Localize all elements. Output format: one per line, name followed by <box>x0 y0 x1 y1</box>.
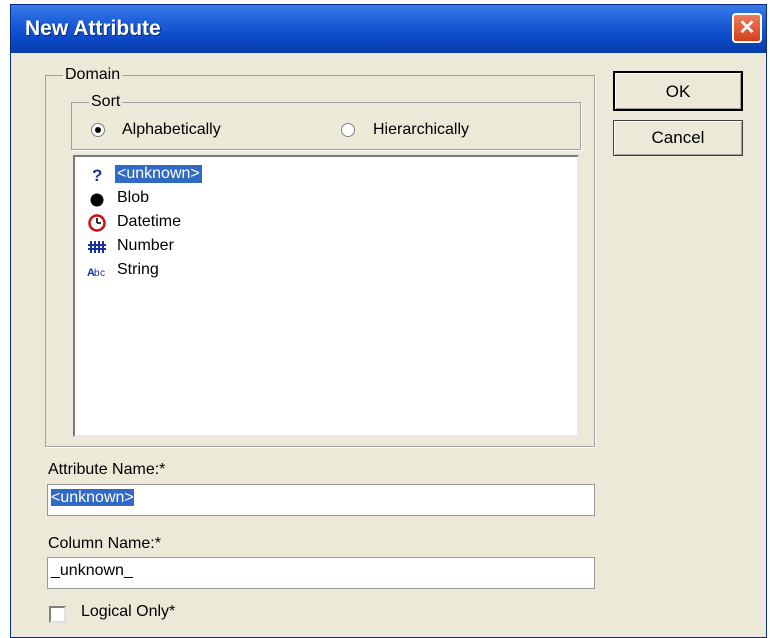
string-abc-icon: Abc <box>87 261 107 281</box>
question-mark-icon: ? <box>87 165 107 185</box>
alphabetically-label[interactable]: Alphabetically <box>122 121 221 139</box>
black-dot-icon <box>87 189 107 209</box>
domain-group-label: Domain <box>63 66 123 84</box>
column-name-input[interactable]: _unknown_ <box>47 557 595 589</box>
attribute-name-input[interactable]: <unknown> <box>47 484 595 516</box>
list-item-label: <unknown> <box>115 165 202 183</box>
list-item-label: Number <box>117 237 174 254</box>
cancel-button[interactable]: Cancel <box>613 120 743 156</box>
hierarchically-label[interactable]: Hierarchically <box>373 121 469 139</box>
svg-text:c: c <box>100 268 105 279</box>
new-attribute-dialog: New Attribute ✕ Domain Sort Alphabetical… <box>10 4 767 638</box>
clock-icon <box>87 213 107 233</box>
close-button[interactable]: ✕ <box>732 13 762 43</box>
dialog-title: New Attribute <box>25 17 161 40</box>
close-icon: ✕ <box>738 17 756 39</box>
list-item-label: Datetime <box>117 213 182 230</box>
list-item-label: Blob <box>117 189 150 206</box>
sort-group-label: Sort <box>89 93 123 111</box>
number-hash-icon <box>87 237 107 257</box>
alphabetically-radio[interactable] <box>91 123 105 137</box>
domain-listbox[interactable]: ? <unknown> Blob Datetime Number Abc Str… <box>73 155 579 437</box>
list-item-label: String <box>117 261 159 278</box>
hierarchically-radio[interactable] <box>341 123 355 137</box>
logical-only-label[interactable]: Logical Only* <box>81 603 175 621</box>
ok-button[interactable]: OK <box>613 71 743 111</box>
column-name-value: _unknown_ <box>51 562 133 579</box>
title-bar[interactable]: New Attribute ✕ <box>11 5 766 53</box>
logical-only-checkbox[interactable] <box>49 606 66 623</box>
svg-text:?: ? <box>92 166 102 185</box>
column-name-label: Column Name:* <box>48 535 161 552</box>
attribute-name-label: Attribute Name:* <box>48 461 166 478</box>
attribute-name-value: <unknown> <box>51 489 134 506</box>
